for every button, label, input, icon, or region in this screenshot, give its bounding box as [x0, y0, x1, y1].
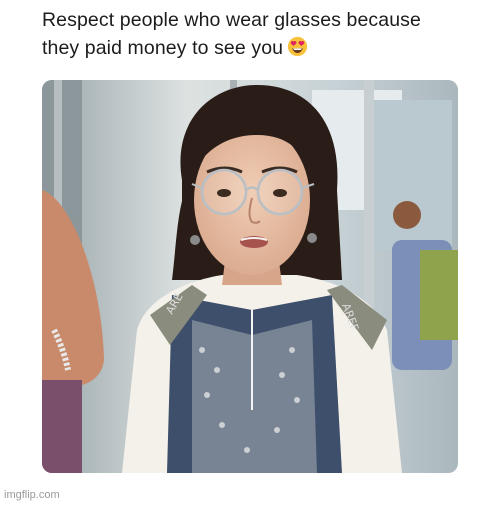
heart-eyes-emoji-icon [287, 36, 308, 57]
photo-woman-with-glasses: ARE AREF [42, 80, 458, 473]
meme-caption: Respect people who wear glasses because … [42, 6, 482, 62]
caption-line-2-text: they paid money to see you [42, 37, 284, 59]
meme-photo: ARE AREF [42, 80, 458, 473]
caption-line-2: they paid money to see you [42, 34, 482, 62]
imgflip-watermark: imgflip.com [4, 489, 60, 501]
caption-line-1: Respect people who wear glasses because [42, 9, 421, 31]
